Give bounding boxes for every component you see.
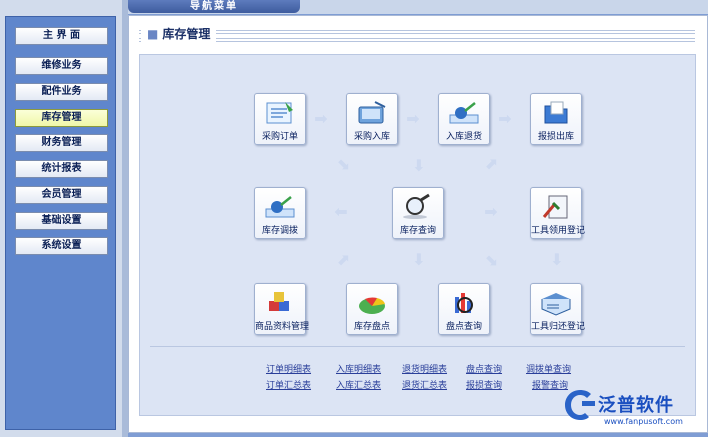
brand-url: www.fanpusoft.com [604,417,683,426]
link-receipt-summary[interactable]: 入库汇总表 [336,378,381,391]
loss-outbound-icon [544,101,568,124]
link-order-summary[interactable]: 订单汇总表 [266,378,311,391]
nav-item-system-settings[interactable]: 系统设置 [15,237,108,255]
link-order-detail[interactable]: 订单明细表 [266,362,311,375]
arrow-diagonal-icon: ⬊ [484,250,498,269]
nav-item-basic-settings[interactable]: 基础设置 [15,212,108,230]
arrow-diagonal-icon: ⬈ [484,154,498,173]
brand-name: 泛普软件 [598,395,674,416]
nav-item-reports[interactable]: 统计报表 [15,160,108,178]
tile-stock-take[interactable]: 库存盘点 [346,283,398,335]
tile-label: 工具领用登记 [531,226,586,236]
tile-tool-checkout[interactable]: 工具领用登记 [530,187,586,239]
nav-panel: 主 界 面 维修业务 配件业务 库存管理 财务管理 统计报表 会员管理 基础设置… [5,16,116,430]
tile-label: 采购入库 [353,132,390,142]
function-panel: 采购订单 采购入库 入库退货 报损出库 库存调拨 库存查询 工具领用登记 商品资… [139,54,696,416]
nav-item-main[interactable]: 主 界 面 [15,27,108,45]
brand-logo-icon [565,390,595,420]
arrow-diagonal-icon: ⬈ [336,250,350,269]
tool-return-icon [541,293,571,316]
tile-purchase-receipt[interactable]: 采购入库 [346,93,398,145]
nav-menu-title: 导航菜单 [128,0,300,13]
link-loss-query[interactable]: 报损查询 [466,378,502,391]
tile-tool-return[interactable]: 工具归还登记 [530,283,586,335]
tile-stock-query[interactable]: 库存查询 [392,187,444,239]
nav-item-finance[interactable]: 财务管理 [15,134,108,152]
tile-loss-outbound[interactable]: 报损出库 [530,93,582,145]
arrow-down-icon: ⬇ [412,250,426,269]
title-rule-inner [139,33,695,39]
receipt-return-icon [449,102,479,124]
link-transfer-query[interactable]: 调拨单查询 [526,362,571,375]
link-receipt-detail[interactable]: 入库明细表 [336,362,381,375]
page-title-text: 库存管理 [162,27,211,41]
tool-checkout-icon [542,195,568,219]
tile-label: 报损出库 [537,132,574,142]
purchase-order-icon [266,102,293,124]
tile-label: 商品资料管理 [255,322,310,332]
stock-take-query-icon [455,293,473,313]
arrow-right-icon: ➡ [314,109,328,128]
link-return-detail[interactable]: 退货明细表 [402,362,447,375]
tile-purchase-order[interactable]: 采购订单 [254,93,306,145]
nav-item-repair[interactable]: 维修业务 [15,57,108,75]
tile-label: 采购订单 [261,132,298,142]
tile-label: 工具归还登记 [531,322,586,332]
tile-label: 入库退货 [445,132,482,142]
nav-item-members[interactable]: 会员管理 [15,186,108,204]
stock-transfer-icon [265,196,295,218]
link-stock-take-query[interactable]: 盘点查询 [466,362,502,375]
page-title: ■ 库存管理 [141,25,217,42]
product-data-icon [269,292,289,311]
title-marker: ■ [147,27,159,41]
tile-label: 盘点查询 [445,322,482,332]
arrow-right-icon: ➡ [406,109,420,128]
nav-item-inventory[interactable]: 库存管理 [15,109,108,127]
nav-item-parts[interactable]: 配件业务 [15,83,108,101]
brand-logo: 泛普软件 www.fanpusoft.com [560,385,700,433]
tile-label: 库存查询 [399,226,436,236]
link-return-summary[interactable]: 退货汇总表 [402,378,447,391]
arrow-down-icon: ⬇ [412,156,426,175]
stock-take-icon [359,297,385,314]
arrow-left-icon: ⬅ [334,202,348,221]
arrow-right-icon: ➡ [484,202,498,221]
tile-label: 库存调拨 [261,226,298,236]
tile-stock-transfer[interactable]: 库存调拨 [254,187,306,239]
tile-product-data[interactable]: 商品资料管理 [254,283,310,335]
arrow-down-icon: ⬇ [550,250,564,269]
arrow-diagonal-icon: ⬊ [336,154,350,173]
purchase-receipt-icon [358,101,386,124]
arrow-right-icon: ➡ [498,109,512,128]
sidebar: 主 界 面 维修业务 配件业务 库存管理 财务管理 统计报表 会员管理 基础设置… [0,0,122,437]
tile-label: 库存盘点 [353,322,390,332]
divider [150,346,685,347]
main-content: ■ 库存管理 采购订单 采购入库 入库退货 报损出库 库存调拨 库存查询 工具领… [128,15,708,433]
tile-receipt-return[interactable]: 入库退货 [438,93,490,145]
stock-query-icon [403,193,430,219]
tile-stock-take-query[interactable]: 盘点查询 [438,283,490,335]
